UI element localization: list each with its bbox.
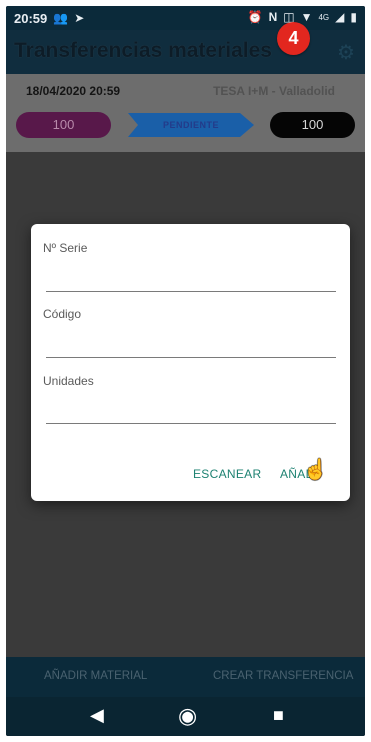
serial-label: Nº Serie (43, 241, 88, 255)
add-material-button[interactable]: AÑADIR MATERIAL (44, 670, 147, 682)
step-badge: 4 (277, 22, 310, 55)
status-time: 20:59 (14, 10, 48, 26)
units-field[interactable] (46, 423, 336, 424)
nfc-icon: N (268, 10, 278, 24)
code-field[interactable] (46, 357, 336, 358)
units-label: Unidades (43, 374, 94, 388)
alarm-icon: ⏰ (247, 10, 263, 24)
transfer-location: TESA I+M - Valladolid (213, 84, 335, 98)
back-icon[interactable]: ◀ (90, 705, 104, 726)
status-bar: 20:59 👥 ➤ ⏰ N ◫ ▼ 4G ◢ ▮ (6, 6, 365, 30)
code-label: Código (43, 307, 82, 321)
system-nav-bar: ◀ ◉ ■ (6, 697, 365, 736)
4g-icon: 4G (318, 12, 330, 22)
signal-icon: ◢ (335, 10, 345, 24)
phone-screen: 20:59 👥 ➤ ⏰ N ◫ ▼ 4G ◢ ▮ Transferencias … (6, 6, 365, 736)
state-arrow: PENDIENTE (128, 113, 254, 137)
app-bar: Transferencias materiales ⚙ (6, 30, 365, 74)
hand-cursor-icon: ☝ (303, 459, 328, 481)
origin-count-pill: 100 (16, 112, 111, 138)
send-icon: ➤ (74, 11, 85, 25)
home-icon[interactable]: ◉ (178, 703, 197, 729)
battery-icon: ▮ (350, 10, 357, 24)
scan-button[interactable]: ESCANEAR (193, 467, 261, 481)
people-icon: 👥 (53, 11, 69, 25)
destination-count-pill: 100 (270, 112, 355, 138)
status-icons: ⏰ N ◫ ▼ 4G ◢ ▮ (248, 10, 357, 24)
create-transfer-button[interactable]: CREAR TRANSFERENCIA (213, 670, 353, 682)
serial-field[interactable] (46, 291, 336, 292)
gear-icon[interactable]: ⚙ (335, 42, 357, 64)
wifi-icon: ▼ (300, 10, 313, 24)
page-title: Transferencias materiales (14, 39, 272, 62)
info-panel: 18/04/2020 20:59 TESA I+M - Valladolid 1… (6, 74, 365, 152)
recents-icon[interactable]: ■ (273, 705, 284, 726)
state-label: PENDIENTE (162, 120, 219, 130)
bottom-action-bar: AÑADIR MATERIAL CREAR TRANSFERENCIA (6, 657, 365, 697)
transfer-date: 18/04/2020 20:59 (26, 84, 121, 98)
